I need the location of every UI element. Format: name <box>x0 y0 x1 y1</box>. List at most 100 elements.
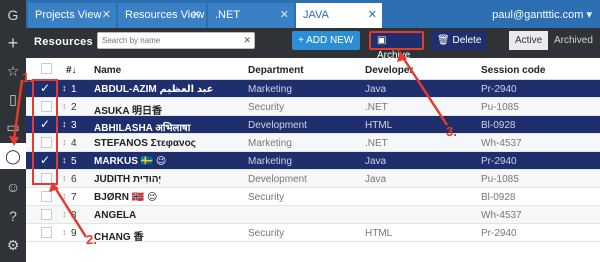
department-cell: Marketing <box>248 84 292 95</box>
resource-name: ANGELA <box>94 210 137 221</box>
drag-handle-icon[interactable]: ↕ <box>62 209 67 219</box>
row-checkbox[interactable] <box>41 173 52 184</box>
developer-cell: HTML <box>365 228 393 239</box>
row-number: 5 <box>71 156 77 167</box>
session-code-cell: Pr-2940 <box>481 228 517 239</box>
department-cell: Development <box>248 120 307 131</box>
delete-button[interactable]: 🗑 Delete <box>431 31 486 50</box>
drag-handle-icon[interactable]: ↕ <box>62 191 67 201</box>
row-number: 8 <box>71 210 77 221</box>
user-menu[interactable]: paul@gantttic.com ▾ <box>492 8 592 21</box>
page-title: Resources <box>34 36 93 48</box>
row-checkbox[interactable]: ✓ <box>40 117 51 131</box>
row-checkbox[interactable]: ✓ <box>40 81 51 95</box>
help-icon[interactable]: ? <box>0 203 26 229</box>
drag-handle-icon[interactable]: ↕ <box>62 173 67 183</box>
search-box: ✕ <box>97 32 255 49</box>
close-icon[interactable]: ✕ <box>243 35 251 46</box>
table-row[interactable]: ✓ ↕ 5 MARKUS 🇸🇪 😉 Marketing Java Pr-2940 <box>26 152 600 170</box>
session-code-cell: Bl-0928 <box>481 120 516 131</box>
drag-handle-icon[interactable]: ↕ <box>62 83 67 93</box>
gear-icon[interactable]: ⚙ <box>0 232 26 258</box>
drop-icon[interactable]: ◯ <box>0 143 26 169</box>
row-checkbox[interactable] <box>41 137 52 148</box>
drag-handle-icon[interactable]: ↕ <box>62 101 67 111</box>
resource-name: CHANG 香 <box>94 232 144 243</box>
tab-label: .NET <box>215 9 241 21</box>
close-icon[interactable]: ✕ <box>192 3 201 28</box>
session-code-cell: Pu-1085 <box>481 174 519 185</box>
row-number: 1 <box>71 84 77 95</box>
filter-archived[interactable]: Archived <box>548 31 599 50</box>
close-icon[interactable]: ✕ <box>102 3 111 28</box>
table-row[interactable]: ↕ 8 ANGELA Wh-4537 <box>26 206 600 224</box>
row-checkbox[interactable] <box>41 191 52 202</box>
resources-table: #↓ Name Department Developer Session cod… <box>26 58 600 262</box>
session-code-cell: Pr-2940 <box>481 156 517 167</box>
delete-label: Delete <box>452 35 482 46</box>
archive-button[interactable]: ▣ Archive <box>369 31 424 61</box>
resource-name: ABDUL-AZIM عبد العظيم <box>94 84 214 95</box>
tab-dotnet[interactable]: .NET ✕ <box>208 3 294 28</box>
sidebar: G + ☆ ▯ ▭ ◯ ☺ ? ⚙ <box>0 0 26 262</box>
resource-name: STEFANOS Στεφανος <box>94 138 196 149</box>
row-checkbox[interactable] <box>41 227 52 238</box>
trash-icon: 🗑 <box>437 35 453 46</box>
column-developer[interactable]: Developer <box>365 65 413 76</box>
table-row[interactable]: ✓ ↕ 3 ABHILASHA अभिलाषा Development HTML Bl-09… <box>26 116 600 134</box>
column-name[interactable]: Name <box>94 65 121 76</box>
department-cell: Development <box>248 174 307 185</box>
plus-icon[interactable]: + <box>0 30 26 56</box>
session-code-cell: Pr-2940 <box>481 84 517 95</box>
row-checkbox[interactable] <box>41 209 52 220</box>
search-input[interactable] <box>98 33 238 48</box>
resource-name: ABHILASHA अभिलाषा <box>94 123 191 134</box>
session-code-cell: Pu-1085 <box>481 102 519 113</box>
table-row[interactable]: ↕ 2 ASUKA 明日香 Security .NET Pu-1085 <box>26 98 600 117</box>
logo-icon[interactable]: G <box>0 2 26 28</box>
drag-handle-icon[interactable]: ↕ <box>62 137 67 147</box>
table-row[interactable]: ↕ 6 JUDITH יְהוּדִית Development Java Pu-1085 <box>26 170 600 188</box>
annotation-step-3: 3. <box>446 124 457 139</box>
table-row[interactable]: ↕ 4 STEFANOS Στεφανος Marketing .NET Wh-4537 <box>26 134 600 152</box>
resource-name: MARKUS 🇸🇪 😉 <box>94 156 167 167</box>
resource-name: BJØRN 🇳🇴 😉 <box>94 192 158 203</box>
document-icon[interactable]: ▯ <box>0 86 26 112</box>
column-department[interactable]: Department <box>248 65 304 76</box>
department-cell: Marketing <box>248 138 292 149</box>
archive-icon: ▣ <box>377 35 387 46</box>
row-checkbox[interactable]: ✓ <box>40 153 51 167</box>
top-bar: Projects View ✕ Resources View ✕ .NET ✕ … <box>26 0 600 28</box>
table-row[interactable]: ✓ ↕ 1 ABDUL-AZIM عبد العظيم Marketing Java Pr-… <box>26 80 600 98</box>
developer-cell: Java <box>365 174 387 185</box>
column-session-code[interactable]: Session code <box>481 65 545 76</box>
department-cell: Security <box>248 192 285 203</box>
annotation-step-2: 2. <box>86 232 97 247</box>
add-new-button[interactable]: + ADD NEW <box>292 31 360 50</box>
table-header: #↓ Name Department Developer Session cod… <box>26 58 600 80</box>
tab-projects-view[interactable]: Projects View ✕ <box>28 3 116 28</box>
row-number: 6 <box>71 174 77 185</box>
drag-handle-icon[interactable]: ↕ <box>62 119 67 129</box>
column-num[interactable]: #↓ <box>66 65 77 76</box>
drag-handle-icon[interactable]: ↕ <box>62 155 67 165</box>
close-icon[interactable]: ✕ <box>368 3 377 28</box>
select-all-checkbox[interactable] <box>41 63 52 74</box>
row-checkbox[interactable] <box>41 101 52 112</box>
row-number: 9 <box>71 228 77 239</box>
folder-icon[interactable]: ▭ <box>0 114 26 140</box>
department-cell: Security <box>248 102 285 113</box>
tab-java[interactable]: JAVA ✕ <box>296 3 382 28</box>
drag-handle-icon[interactable]: ↕ <box>62 227 67 237</box>
table-row[interactable]: ↕ 7 BJØRN 🇳🇴 😉 Security Bl-0928 <box>26 188 600 206</box>
table-row[interactable]: ↕ 9 CHANG 香 Security HTML Pr-2940 <box>26 224 600 243</box>
user-icon[interactable]: ☺ <box>0 174 26 200</box>
toolbar: Resources ✕ + ADD NEW ▣ Archive 🗑 Delete… <box>26 28 600 61</box>
developer-cell: HTML <box>365 120 393 131</box>
tab-resources-view[interactable]: Resources View ✕ <box>118 3 206 28</box>
session-code-cell: Wh-4537 <box>481 138 522 149</box>
close-icon[interactable]: ✕ <box>280 3 289 28</box>
filter-active[interactable]: Active <box>509 31 549 50</box>
developer-cell: Java <box>365 156 387 167</box>
annotation-step-1: 1. <box>22 70 33 85</box>
